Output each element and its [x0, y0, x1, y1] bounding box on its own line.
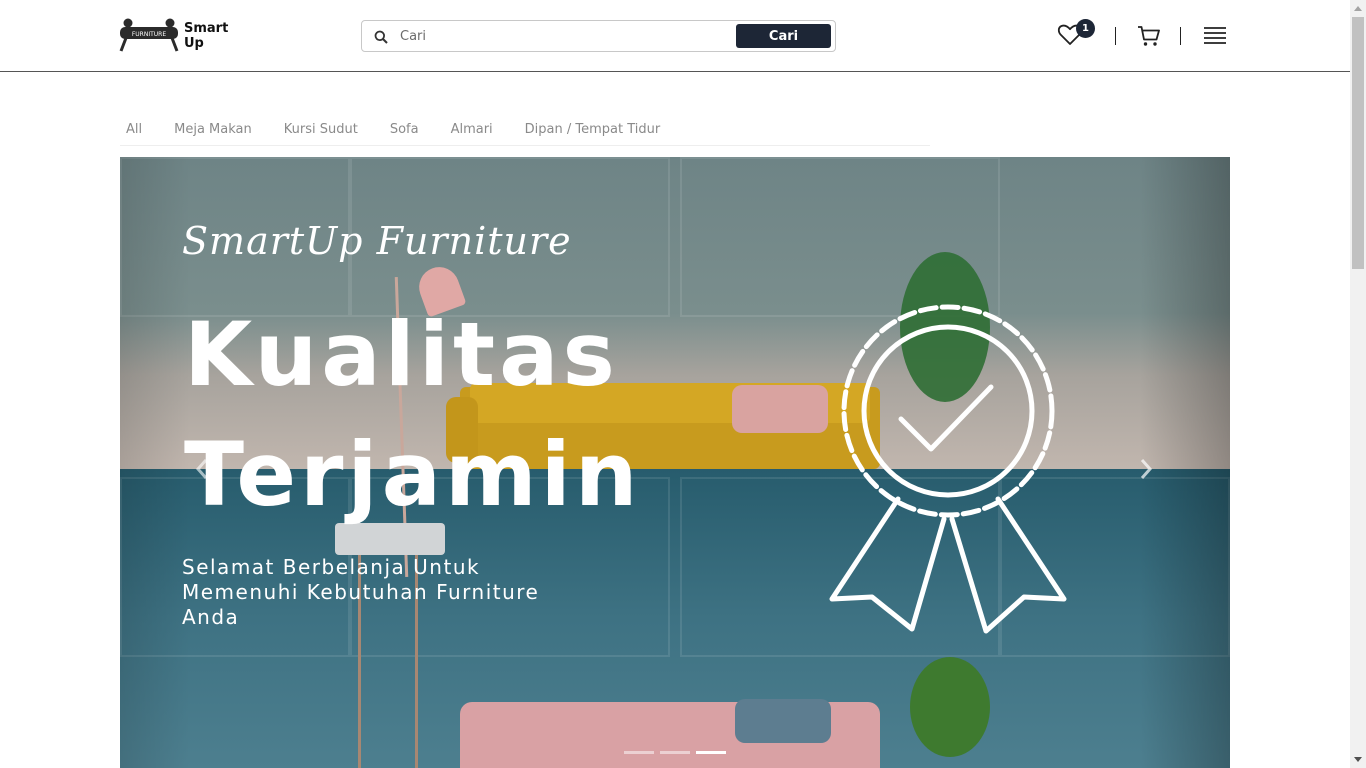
brand-logo[interactable]: FURNITURE Smart Up — [118, 16, 238, 56]
cart-icon[interactable] — [1137, 24, 1161, 48]
category-tab-all[interactable]: All — [120, 114, 158, 145]
hero-carousel: SmartUp Furniture Kualitas Terjamin Sela… — [120, 157, 1230, 768]
brand-name-line1: Smart — [184, 21, 229, 36]
hero-headline-line1: Kualitas — [184, 303, 619, 406]
hamburger-menu-icon[interactable] — [1203, 25, 1227, 47]
category-tab-dipan[interactable]: Dipan / Tempat Tidur — [509, 114, 677, 145]
table-lamp-shade — [335, 523, 445, 555]
quality-award-badge-icon — [829, 304, 1067, 634]
chevron-left-icon[interactable] — [192, 455, 212, 483]
header-divider — [1115, 27, 1116, 45]
carousel-indicator-active[interactable] — [696, 751, 726, 754]
pink-pillow-image — [732, 385, 828, 433]
header-divider — [1180, 27, 1181, 45]
blue-pillow-image — [735, 699, 831, 743]
carousel-indicators — [624, 751, 726, 754]
carousel-indicator[interactable] — [624, 751, 654, 754]
page-scrollbar[interactable] — [1350, 0, 1366, 768]
category-tab-kursi-sudut[interactable]: Kursi Sudut — [268, 114, 374, 145]
scroll-up-arrow-icon[interactable] — [1354, 6, 1362, 11]
carousel-indicator[interactable] — [660, 751, 690, 754]
hero-subtitle: Selamat Berbelanja Untuk Memenuhi Kebutu… — [182, 555, 540, 629]
category-tab-meja-makan[interactable]: Meja Makan — [158, 114, 268, 145]
hero-shadow — [120, 157, 190, 768]
top-navbar: FURNITURE Smart Up Cari 1 — [0, 0, 1350, 72]
logo-mark-icon: FURNITURE — [118, 18, 180, 54]
hero-script-title: SmartUp Furniture — [182, 219, 572, 263]
search-icon — [374, 29, 388, 44]
category-tabs: All Meja Makan Kursi Sudut Sofa Almari D… — [120, 114, 930, 146]
hero-headline-line2: Terjamin — [184, 423, 642, 526]
category-tab-sofa[interactable]: Sofa — [374, 114, 435, 145]
plant-image — [910, 657, 990, 757]
search-input[interactable] — [400, 25, 730, 47]
brand-name: Smart Up — [184, 21, 228, 51]
wishlist-count-badge: 1 — [1076, 19, 1095, 38]
logo-mark-text: FURNITURE — [132, 31, 166, 38]
search-bar: Cari — [361, 20, 836, 52]
scrollbar-thumb[interactable] — [1352, 17, 1364, 269]
category-tab-almari[interactable]: Almari — [435, 114, 509, 145]
search-button[interactable]: Cari — [736, 24, 831, 48]
chevron-right-icon[interactable] — [1136, 455, 1156, 483]
brand-name-line2: Up — [184, 36, 204, 51]
scroll-down-arrow-icon[interactable] — [1354, 757, 1362, 762]
